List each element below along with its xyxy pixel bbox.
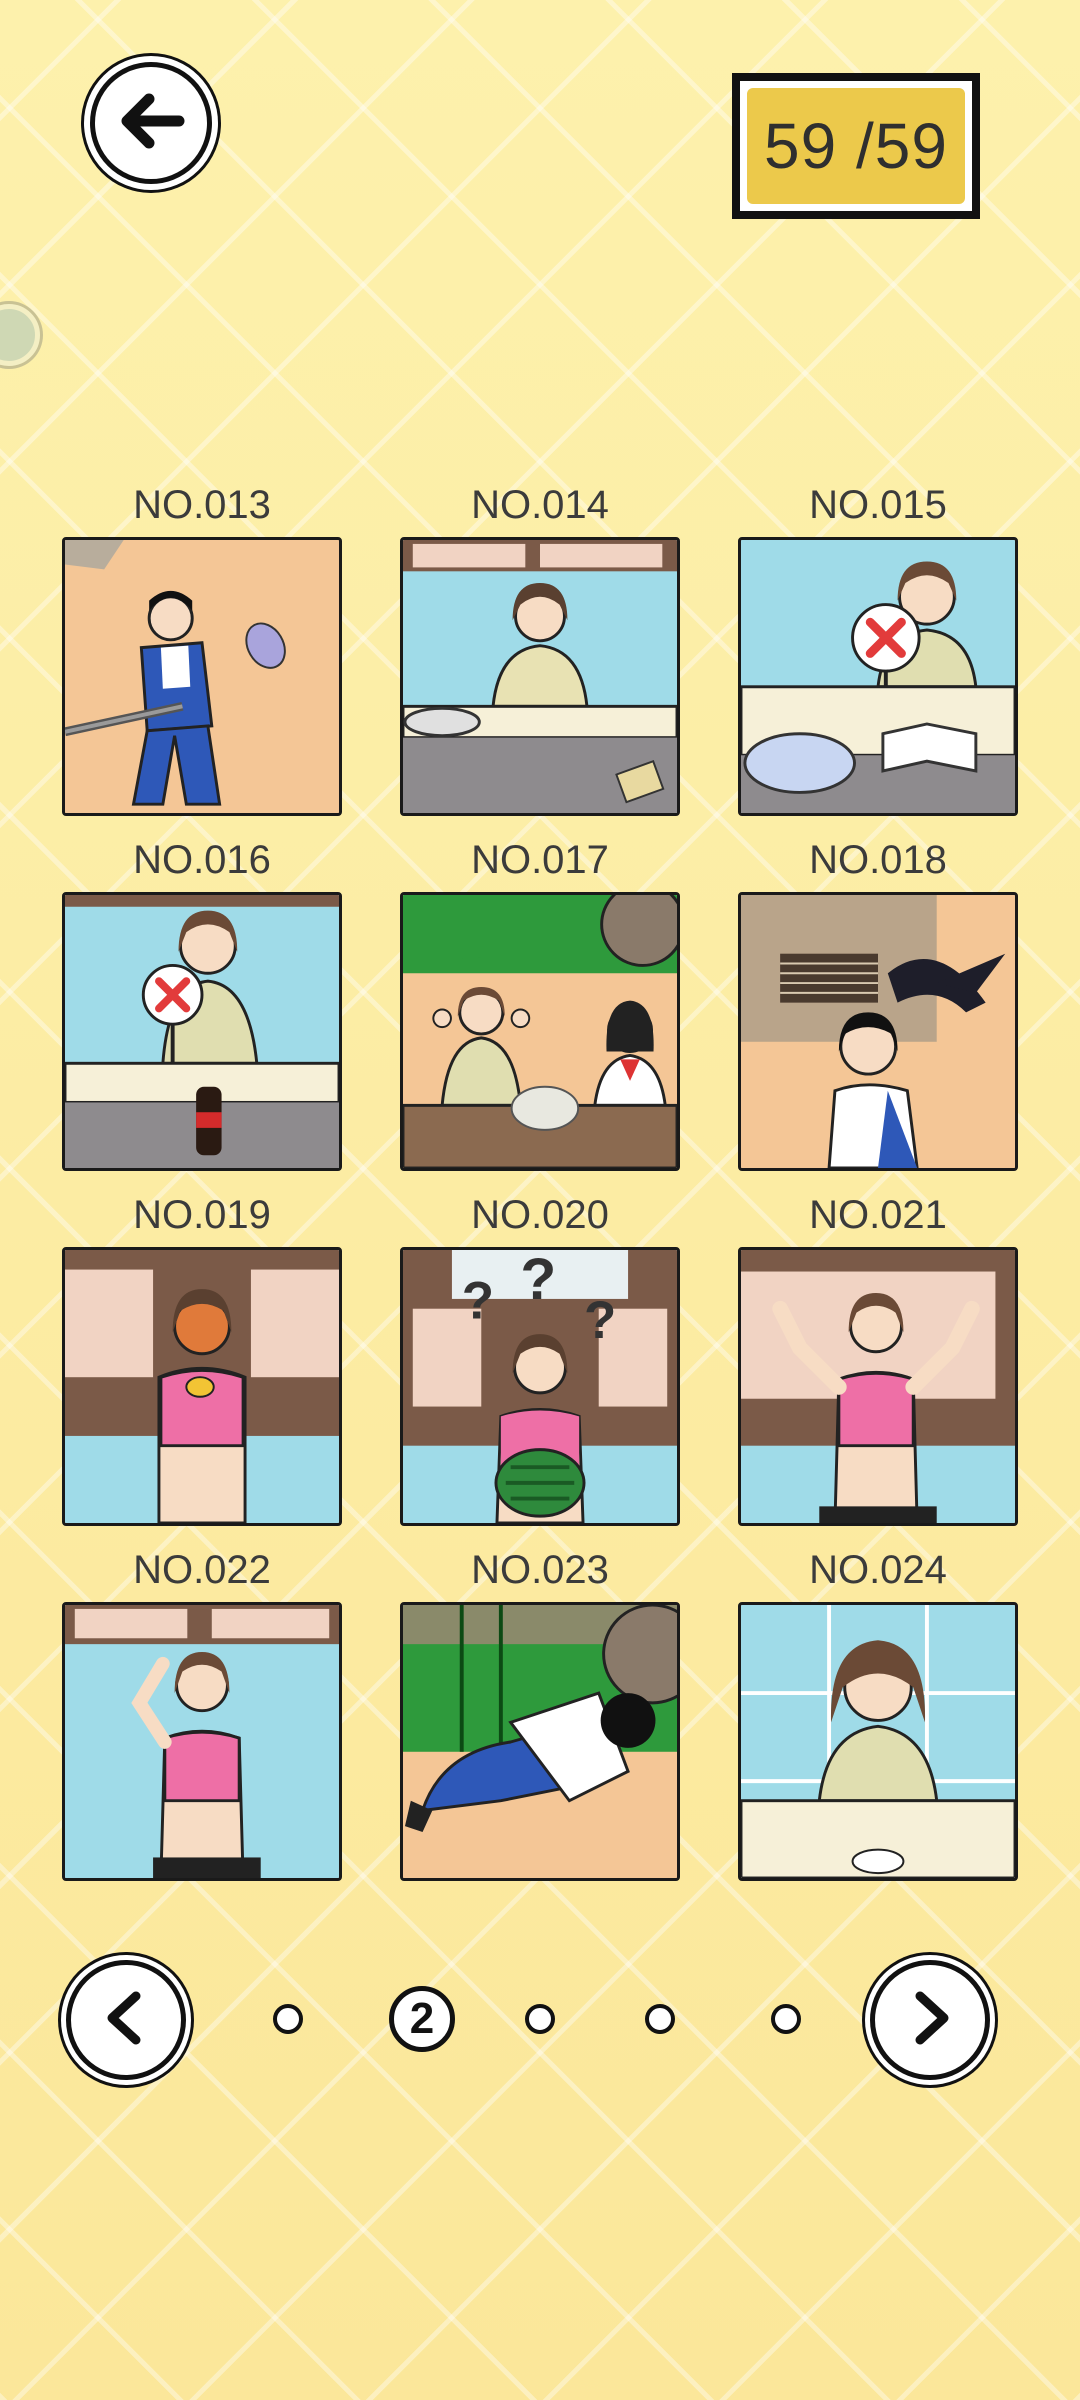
level-thumbnail[interactable]	[62, 1247, 342, 1526]
level-thumbnail[interactable]	[738, 1602, 1018, 1881]
level-thumbnail[interactable]	[400, 1602, 680, 1881]
chevron-right-icon	[900, 1988, 960, 2053]
progress-text: 59 /59	[747, 88, 965, 204]
level-label: NO.020	[471, 1193, 609, 1237]
level-card[interactable]: NO.013	[62, 474, 342, 829]
level-label: NO.022	[133, 1548, 271, 1592]
level-thumbnail[interactable]	[738, 537, 1018, 816]
level-card[interactable]: NO.023	[400, 1539, 680, 1894]
level-thumbnail[interactable]	[62, 537, 342, 816]
level-card[interactable]: NO.020 ? ? ?	[400, 1184, 680, 1539]
level-thumbnail[interactable]	[62, 1602, 342, 1881]
chevron-left-icon	[96, 1988, 156, 2053]
level-label: NO.021	[809, 1193, 947, 1237]
page-dot-current[interactable]: 2	[389, 1986, 455, 2052]
arrow-left-icon	[113, 83, 189, 164]
level-card[interactable]: NO.019	[62, 1184, 342, 1539]
side-badge[interactable]	[0, 304, 40, 366]
prev-page-button[interactable]	[66, 1960, 186, 2080]
level-thumbnail[interactable]	[400, 537, 680, 816]
level-thumbnail[interactable]	[400, 892, 680, 1171]
level-label: NO.013	[133, 483, 271, 527]
level-card[interactable]: NO.021	[738, 1184, 1018, 1539]
page-dot[interactable]	[273, 2004, 303, 2034]
level-grid: NO.013 NO.014 NO.015 NO.016 NO.017 NO.01…	[62, 474, 1018, 1894]
level-card[interactable]: NO.017	[400, 829, 680, 1184]
level-card[interactable]: NO.015	[738, 474, 1018, 829]
page-dot[interactable]	[645, 2004, 675, 2034]
level-thumbnail[interactable]	[738, 1247, 1018, 1526]
back-button[interactable]	[90, 62, 212, 184]
level-card[interactable]: NO.022	[62, 1539, 342, 1894]
level-label: NO.024	[809, 1548, 947, 1592]
next-page-button[interactable]	[870, 1960, 990, 2080]
page-dot[interactable]	[771, 2004, 801, 2034]
level-label: NO.018	[809, 838, 947, 882]
pagination: 2	[0, 1958, 1080, 2088]
level-label: NO.017	[471, 838, 609, 882]
level-thumbnail[interactable]: ? ? ?	[400, 1247, 680, 1526]
level-card[interactable]: NO.016	[62, 829, 342, 1184]
level-label: NO.023	[471, 1548, 609, 1592]
level-label: NO.014	[471, 483, 609, 527]
level-thumbnail[interactable]	[62, 892, 342, 1171]
level-label: NO.019	[133, 1193, 271, 1237]
svg-text:?: ?	[462, 1271, 494, 1330]
level-label: NO.015	[809, 483, 947, 527]
level-card[interactable]: NO.024	[738, 1539, 1018, 1894]
page-dot[interactable]	[525, 2004, 555, 2034]
level-card[interactable]: NO.014	[400, 474, 680, 829]
level-label: NO.016	[133, 838, 271, 882]
svg-text:?: ?	[520, 1250, 556, 1312]
progress-counter: 59 /59	[732, 73, 980, 219]
level-thumbnail[interactable]	[738, 892, 1018, 1171]
svg-text:?: ?	[584, 1291, 616, 1350]
level-card[interactable]: NO.018	[738, 829, 1018, 1184]
